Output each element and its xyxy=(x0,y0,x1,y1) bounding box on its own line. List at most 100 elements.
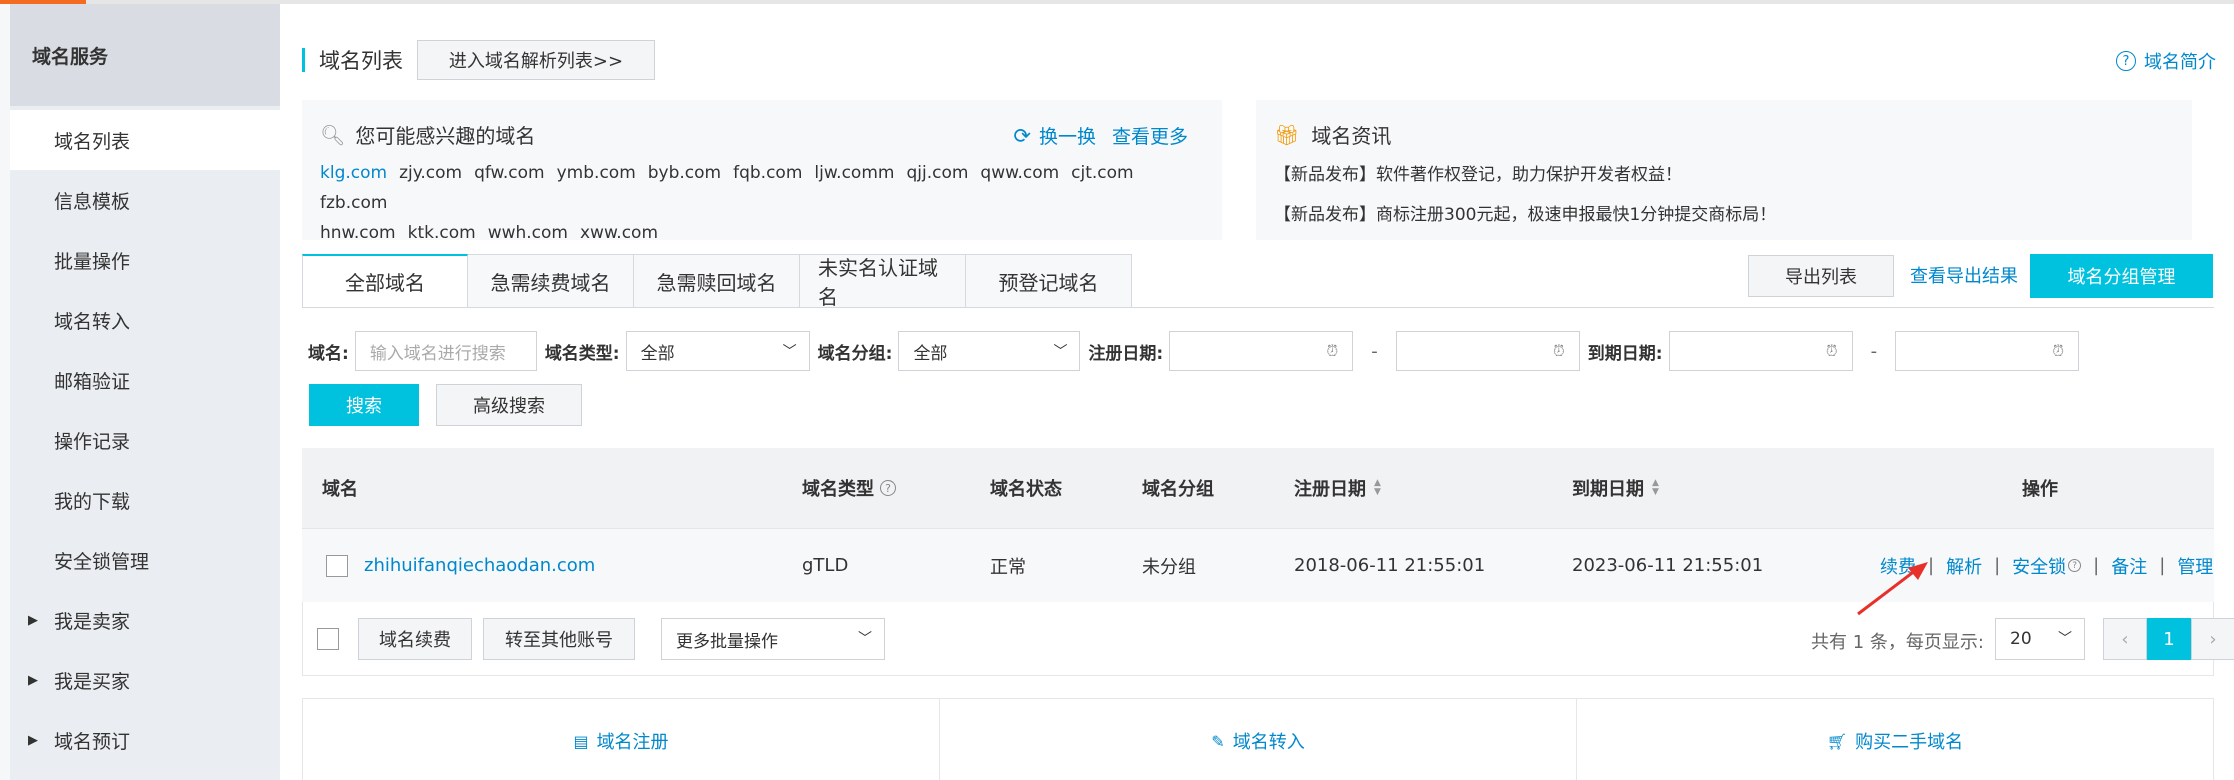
clock-icon: ⏰︎ xyxy=(1326,342,1339,360)
manage-link[interactable]: 管理 xyxy=(2177,553,2213,579)
type-filter-label: 域名类型: xyxy=(544,343,620,364)
sidebar-item-email-verify[interactable]: 邮箱验证 xyxy=(10,350,280,410)
search-button[interactable]: 搜索 xyxy=(309,384,419,426)
group-select-value: 全部 xyxy=(913,343,948,364)
security-lock-link[interactable]: 安全锁 xyxy=(2012,553,2066,579)
exp-date-end-input[interactable]: ⏰︎ xyxy=(1895,331,2080,371)
help-icon[interactable]: ? xyxy=(2068,559,2082,572)
ops-separator: | xyxy=(2093,555,2100,576)
tab-all-domains[interactable]: 全部域名 xyxy=(302,254,468,308)
domain-intro-link[interactable]: ? 域名简介 xyxy=(2116,48,2216,74)
enter-dns-list-button[interactable]: 进入域名解析列表>> xyxy=(417,40,655,80)
domain-search-input[interactable]: 输入域名进行搜索 xyxy=(354,331,537,371)
transfer-domain-action[interactable]: ✎ 域名转入 xyxy=(940,699,1577,780)
sort-icon: ▲ ▼ xyxy=(1374,478,1381,497)
suggested-domain[interactable]: zjy.com xyxy=(399,158,462,188)
suggested-domain[interactable]: ktk.com xyxy=(408,218,476,248)
suggested-domain[interactable]: qfw.com xyxy=(474,158,545,188)
sidebar-item-transfer-in[interactable]: 域名转入 xyxy=(10,290,280,350)
sidebar-item-op-log[interactable]: 操作记录 xyxy=(10,410,280,470)
prev-page-button[interactable]: ‹ xyxy=(2103,618,2147,660)
sidebar-item-downloads[interactable]: 我的下载 xyxy=(10,470,280,530)
news-panel: 🎁︎ 域名资讯 【新品发布】软件著作权登记，助力保护开发者权益！ 【新品发布】商… xyxy=(1256,100,2192,240)
search-icon: 🔍︎ xyxy=(320,122,346,147)
suggested-domain[interactable]: cjt.com xyxy=(1071,158,1133,188)
type-select[interactable]: 全部 ﹀ xyxy=(625,331,810,371)
transfer-account-button[interactable]: 转至其他账号 xyxy=(483,618,635,660)
suggested-domain[interactable]: xww.com xyxy=(580,218,658,248)
exp-date-label: 到期日期: xyxy=(1587,343,1663,364)
exp-date-start-input[interactable]: ⏰︎ xyxy=(1668,331,1853,371)
register-domain-action[interactable]: ▤ 域名注册 xyxy=(303,699,940,780)
sidebar-item-label: 我是买家 xyxy=(54,670,131,693)
select-all-checkbox[interactable] xyxy=(317,628,339,650)
col-reg-date[interactable]: 注册日期 ▲ ▼ xyxy=(1294,448,1381,528)
ops-separator: | xyxy=(2159,555,2166,576)
suggested-domain[interactable]: qww.com xyxy=(980,158,1059,188)
export-list-button[interactable]: 导出列表 xyxy=(1748,255,1894,297)
interest-panel: 🔍︎ 您可能感兴趣的域名 ⟳ 换一换 查看更多 klg.com zjy.com qf… xyxy=(302,100,1222,243)
sidebar-item-label: 我的下载 xyxy=(54,490,131,513)
chevron-down-icon: ﹀ xyxy=(782,344,797,360)
tabs-divider xyxy=(302,307,2214,308)
dns-resolve-link[interactable]: 解析 xyxy=(1946,553,1982,579)
caret-right-icon: ▶ xyxy=(28,732,38,748)
domain-filter-label: 域名: xyxy=(308,343,349,364)
buy-used-domain-action[interactable]: 🛒︎ 购买二手域名 xyxy=(1577,699,2213,780)
view-more-link[interactable]: 查看更多 xyxy=(1112,122,1188,149)
gift-icon: 🎁︎ xyxy=(1274,122,1300,147)
domain-name-link[interactable]: zhihuifanqiechaodan.com xyxy=(364,555,595,576)
group-select[interactable]: 全部 ﹀ xyxy=(898,331,1081,371)
pager-summary: 共有 1 条，每页显示: xyxy=(1811,632,1984,653)
tab-redeem-needed[interactable]: 急需赎回域名 xyxy=(634,254,800,308)
sidebar-item-seller[interactable]: ▶ 我是卖家 xyxy=(10,590,280,650)
sidebar-item-label: 域名转入 xyxy=(54,310,131,333)
sidebar-item-security-lock[interactable]: 安全锁管理 xyxy=(10,530,280,590)
news-item[interactable]: 【新品发布】商标注册300元起，极速申报最快1分钟提交商标局！ xyxy=(1274,200,1776,225)
sidebar-item-buyer[interactable]: ▶ 我是买家 xyxy=(10,650,280,710)
sidebar-item-domain-list[interactable]: 域名列表 xyxy=(10,110,280,170)
group-manage-button[interactable]: 域名分组管理 xyxy=(2030,254,2213,298)
export-result-link[interactable]: 查看导出结果 xyxy=(1910,262,2018,288)
page-size-select[interactable]: 20 ﹀ xyxy=(1995,618,2085,660)
suggested-domain[interactable]: fqb.com xyxy=(733,158,802,188)
ops-separator: | xyxy=(1994,555,2001,576)
tab-renew-needed[interactable]: 急需续费域名 xyxy=(468,254,634,308)
sidebar-item-reserve[interactable]: ▶ 域名预订 xyxy=(10,710,280,770)
suggested-domain[interactable]: hnw.com xyxy=(320,218,396,248)
tab-unverified[interactable]: 未实名认证域名 xyxy=(800,254,966,309)
suggested-domain[interactable]: ymb.com xyxy=(557,158,636,188)
col-exp-date-label: 到期日期 xyxy=(1572,479,1644,500)
news-item[interactable]: 【新品发布】软件著作权登记，助力保护开发者权益！ xyxy=(1274,160,1682,185)
sidebar-item-info-template[interactable]: 信息模板 xyxy=(10,170,280,230)
next-page-button[interactable]: › xyxy=(2191,618,2234,660)
advanced-search-button[interactable]: 高级搜索 xyxy=(436,384,582,426)
suggested-domain[interactable]: wwh.com xyxy=(488,218,568,248)
interest-header: 🔍︎ 您可能感兴趣的域名 xyxy=(320,120,535,149)
tab-preregistered[interactable]: 预登记域名 xyxy=(966,254,1132,308)
transfer-domain-label: 域名转入 xyxy=(1232,732,1305,753)
suggested-domain[interactable]: fzb.com xyxy=(320,188,387,218)
refresh-link[interactable]: 换一换 xyxy=(1039,122,1096,149)
clock-icon: ⏰︎ xyxy=(1553,342,1565,360)
col-type: 域名类型? xyxy=(802,448,896,528)
suggested-domain[interactable]: qjj.com xyxy=(906,158,968,188)
reg-date-end-input[interactable]: ⏰︎ xyxy=(1395,331,1580,371)
refresh-icon: ⟳ xyxy=(1013,123,1031,148)
help-icon[interactable]: ? xyxy=(880,480,896,496)
date-range-dash: - xyxy=(1371,340,1378,362)
note-link[interactable]: 备注 xyxy=(2111,553,2147,579)
sidebar-item-batch[interactable]: 批量操作 xyxy=(10,230,280,290)
suggested-domain[interactable]: klg.com xyxy=(320,158,387,188)
more-batch-select[interactable]: 更多批量操作 ﹀ xyxy=(661,618,885,660)
domain-tabs: 全部域名 急需续费域名 急需赎回域名 未实名认证域名 预登记域名 xyxy=(302,254,1132,309)
page-number-button[interactable]: 1 xyxy=(2147,618,2191,660)
reg-date-start-input[interactable]: ⏰︎ xyxy=(1169,331,1354,371)
exp-date-cell: 2023-06-11 21:55:01 xyxy=(1572,555,1764,576)
batch-renew-button[interactable]: 域名续费 xyxy=(358,618,472,660)
row-checkbox[interactable] xyxy=(326,554,348,577)
interest-actions: ⟳ 换一换 查看更多 xyxy=(1013,122,1188,149)
col-exp-date[interactable]: 到期日期 ▲ ▼ xyxy=(1572,448,1659,528)
suggested-domain[interactable]: ljw.comm xyxy=(814,158,894,188)
suggested-domain[interactable]: byb.com xyxy=(648,158,721,188)
